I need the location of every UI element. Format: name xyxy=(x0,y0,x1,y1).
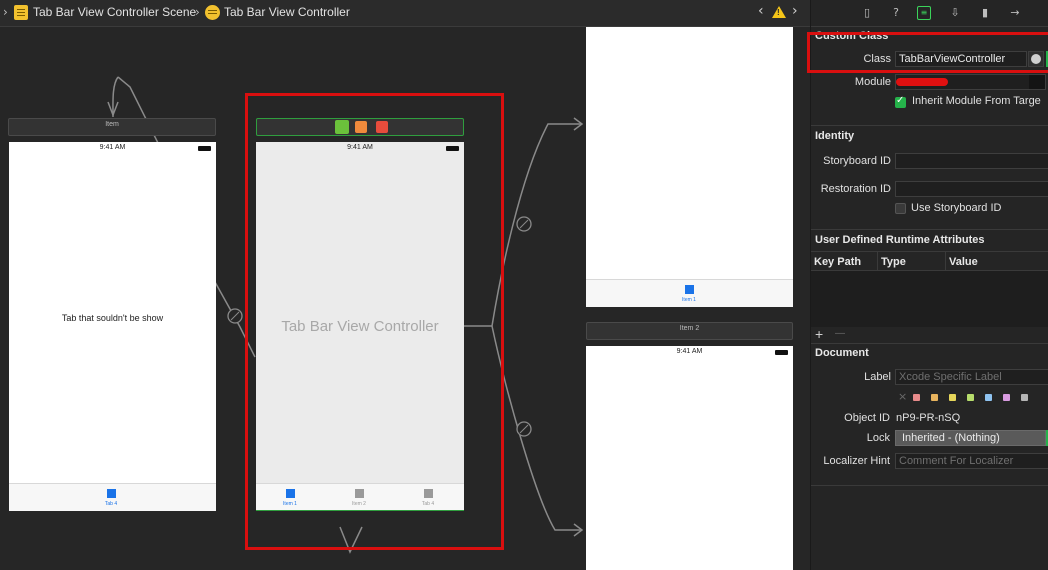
chevron-right-icon: › xyxy=(3,5,8,19)
tab-icon xyxy=(684,285,694,294)
add-attribute-button[interactable]: + xyxy=(815,326,823,342)
status-bar-time: 9:41 AM xyxy=(676,348,703,355)
storyboard-canvas[interactable]: Item 9:41 AM Tab that souldn't be show T… xyxy=(0,27,810,570)
color-swatch-purple[interactable] xyxy=(1003,394,1010,401)
identity-icon[interactable]: ≡ xyxy=(917,6,931,20)
lock-label: Lock xyxy=(866,432,890,444)
connections-icon[interactable]: → xyxy=(1008,6,1022,20)
tab-label: Tab 4 xyxy=(104,501,118,507)
battery-icon xyxy=(775,350,788,355)
section-title: User Defined Runtime Attributes xyxy=(815,234,985,246)
attributes-icon[interactable]: ⇩ xyxy=(948,6,962,20)
storyboard-scene-icon xyxy=(14,5,28,20)
chevron-right-icon: › xyxy=(195,5,200,19)
size-icon[interactable]: ▮ xyxy=(978,6,992,20)
column-key-path[interactable]: Key Path xyxy=(811,252,878,272)
tab-bar: Item 1 xyxy=(586,279,793,307)
scene-item[interactable]: 9:41 AM Tab that souldn't be show Tab 4 xyxy=(9,142,216,511)
inspector-tabs: ▯ ? ≡ ⇩ ▮ → xyxy=(811,0,1048,27)
identity-inspector: ▯ ? ≡ ⇩ ▮ → Custom Class Class TabBarVie… xyxy=(807,0,1048,570)
view-controller-icon xyxy=(205,5,220,20)
use-storyboard-id-label: Use Storyboard ID xyxy=(911,202,1002,214)
inherit-module-label: Inherit Module From Targe xyxy=(912,95,1041,107)
breadcrumb-scene[interactable]: Tab Bar View Controller Scene xyxy=(33,5,196,19)
restoration-id-label: Restoration ID xyxy=(820,183,891,195)
column-type[interactable]: Type xyxy=(878,252,946,272)
tab-item-tab4[interactable]: Tab 4 xyxy=(91,489,131,507)
remove-attribute-button[interactable]: — xyxy=(835,328,845,339)
attributes-table-header: Key Path Type Value xyxy=(811,251,1048,272)
selection-highlight xyxy=(245,93,504,550)
tab-label: Item 1 xyxy=(682,297,696,303)
attributes-table-body[interactable] xyxy=(811,271,1048,327)
section-title: Document xyxy=(815,347,869,359)
module-label: Module xyxy=(854,76,891,88)
scene-item-1[interactable]: Item 1 xyxy=(586,27,793,307)
color-swatch-orange[interactable] xyxy=(931,394,938,401)
status-bar-time: 9:41 AM xyxy=(99,144,126,151)
color-swatch-green[interactable] xyxy=(967,394,974,401)
tab-item-1[interactable]: Item 1 xyxy=(669,285,709,303)
storyboard-id-field[interactable] xyxy=(895,153,1048,169)
localizer-hint-field[interactable]: Comment For Localizer xyxy=(895,453,1048,469)
chevron-right-icon[interactable]: › xyxy=(792,3,798,19)
section-title: Identity xyxy=(815,130,855,142)
scene-dock-item-2[interactable]: Item 2 xyxy=(586,322,793,340)
inherit-module-checkbox[interactable] xyxy=(895,95,906,108)
identity-section: Identity Storyboard ID Restoration ID Us… xyxy=(811,125,1048,229)
clear-color-icon[interactable]: × xyxy=(898,390,907,403)
help-icon[interactable]: ? xyxy=(889,6,903,20)
tab-bar: Tab 4 xyxy=(9,483,216,511)
redaction-mark xyxy=(896,78,948,86)
storyboard-id-label: Storyboard ID xyxy=(823,155,891,167)
lock-popup-button[interactable]: Inherited - (Nothing) xyxy=(895,430,1046,446)
tab-icon xyxy=(106,489,116,498)
scene-label: Tab that souldn't be show xyxy=(61,313,164,323)
scene-item-2[interactable]: 9:41 AM xyxy=(586,346,793,570)
module-field[interactable] xyxy=(895,74,1046,90)
object-id-label: Object ID xyxy=(844,412,890,424)
scene-title: Item 2 xyxy=(679,325,700,332)
warning-icon[interactable]: ! xyxy=(772,6,786,18)
restoration-id-field[interactable] xyxy=(895,181,1048,197)
color-swatch-red[interactable] xyxy=(913,394,920,401)
breadcrumb-controller[interactable]: Tab Bar View Controller xyxy=(224,5,350,19)
label-label: Label xyxy=(864,371,891,383)
object-id-value: nP9-PR-nSQ xyxy=(896,412,961,424)
scene-dock-item[interactable]: Item xyxy=(8,118,216,136)
chevron-left-icon[interactable]: ‹ xyxy=(758,3,764,19)
color-swatch-blue[interactable] xyxy=(985,394,992,401)
selection-highlight xyxy=(807,32,1048,73)
color-swatch-grey[interactable] xyxy=(1021,394,1028,401)
column-value[interactable]: Value xyxy=(946,252,1048,272)
label-field[interactable]: Xcode Specific Label xyxy=(895,369,1048,385)
file-icon[interactable]: ▯ xyxy=(860,6,874,20)
scene-title: Item xyxy=(105,121,119,128)
color-swatch-yellow[interactable] xyxy=(949,394,956,401)
jump-bar: › Tab Bar View Controller Scene › Tab Ba… xyxy=(0,0,810,27)
use-storyboard-id-checkbox[interactable] xyxy=(895,203,906,214)
runtime-attributes-section: User Defined Runtime Attributes Key Path… xyxy=(811,229,1048,343)
battery-icon xyxy=(198,146,211,151)
localizer-hint-label: Localizer Hint xyxy=(823,455,890,467)
